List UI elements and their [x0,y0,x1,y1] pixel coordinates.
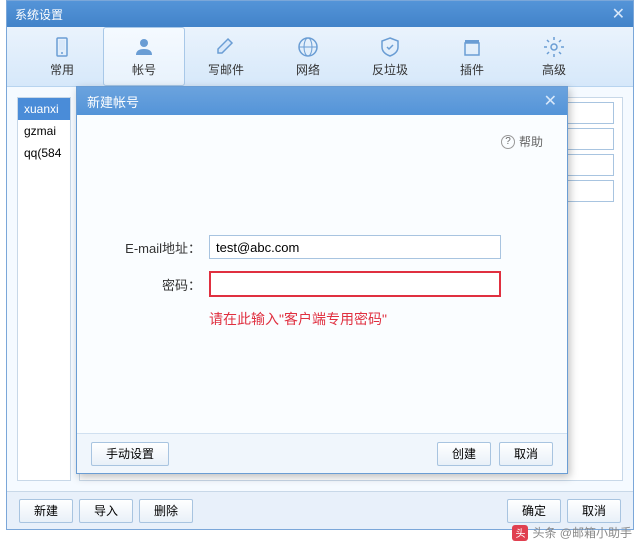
watermark-icon: 头 [512,525,528,541]
tab-plugins[interactable]: 插件 [431,27,513,86]
shield-icon [378,35,402,59]
manual-setup-button[interactable]: 手动设置 [91,442,169,466]
person-icon [132,35,156,59]
watermark-text: 头条 @邮箱小助手 [532,524,632,541]
tab-account[interactable]: 帐号 [103,27,185,86]
tab-label: 帐号 [132,61,156,78]
window-titlebar: 系统设置 ✕ [7,1,633,27]
phone-icon [50,35,74,59]
tab-general[interactable]: 常用 [21,27,103,86]
tab-advanced[interactable]: 高级 [513,27,595,86]
globe-icon [296,35,320,59]
help-link[interactable]: ? 帮助 [501,133,543,150]
tab-label: 常用 [50,61,74,78]
account-item[interactable]: xuanxi [18,98,70,120]
tab-label: 插件 [460,61,484,78]
account-list[interactable]: xuanxi gzmai qq(584 [17,97,71,481]
dialog-titlebar: 新建帐号 ✕ [77,87,567,115]
tab-label: 写邮件 [208,61,244,78]
modal-cancel-button[interactable]: 取消 [499,442,553,466]
new-account-dialog: 新建帐号 ✕ ? 帮助 E-mail地址： 密码： 请在此输入"客户端专用密码"… [76,86,568,474]
tab-label: 网络 [296,61,320,78]
tab-compose[interactable]: 写邮件 [185,27,267,86]
compose-icon [214,35,238,59]
toolbar-tabs: 常用 帐号 写邮件 网络 反垃圾 插件 高级 [7,27,633,87]
cancel-button[interactable]: 取消 [567,499,621,523]
dialog-body: ? 帮助 E-mail地址： 密码： 请在此输入"客户端专用密码" [77,115,567,433]
help-label: 帮助 [519,133,543,150]
email-label: E-mail地址： [101,238,201,257]
help-icon: ? [501,135,515,149]
password-label: 密码： [101,275,201,294]
tab-network[interactable]: 网络 [267,27,349,86]
delete-button[interactable]: 删除 [139,499,193,523]
gear-icon [542,35,566,59]
tab-label: 高级 [542,61,566,78]
create-button[interactable]: 创建 [437,442,491,466]
import-button[interactable]: 导入 [79,499,133,523]
window-close-button[interactable]: ✕ [612,4,625,24]
dialog-title: 新建帐号 [87,92,139,111]
new-button[interactable]: 新建 [19,499,73,523]
password-input[interactable] [209,271,501,297]
tab-label: 反垃圾 [372,61,408,78]
password-hint: 请在此输入"客户端专用密码" [209,309,501,329]
account-item[interactable]: gzmai [18,120,70,142]
dialog-footer: 手动设置 创建 取消 [77,433,567,473]
dialog-close-button[interactable]: ✕ [544,91,557,111]
ok-button[interactable]: 确定 [507,499,561,523]
box-icon [460,35,484,59]
watermark: 头 头条 @邮箱小助手 [512,524,632,541]
email-input[interactable] [209,235,501,259]
tab-antispam[interactable]: 反垃圾 [349,27,431,86]
window-title: 系统设置 [15,6,63,23]
account-item[interactable]: qq(584 [18,142,70,164]
